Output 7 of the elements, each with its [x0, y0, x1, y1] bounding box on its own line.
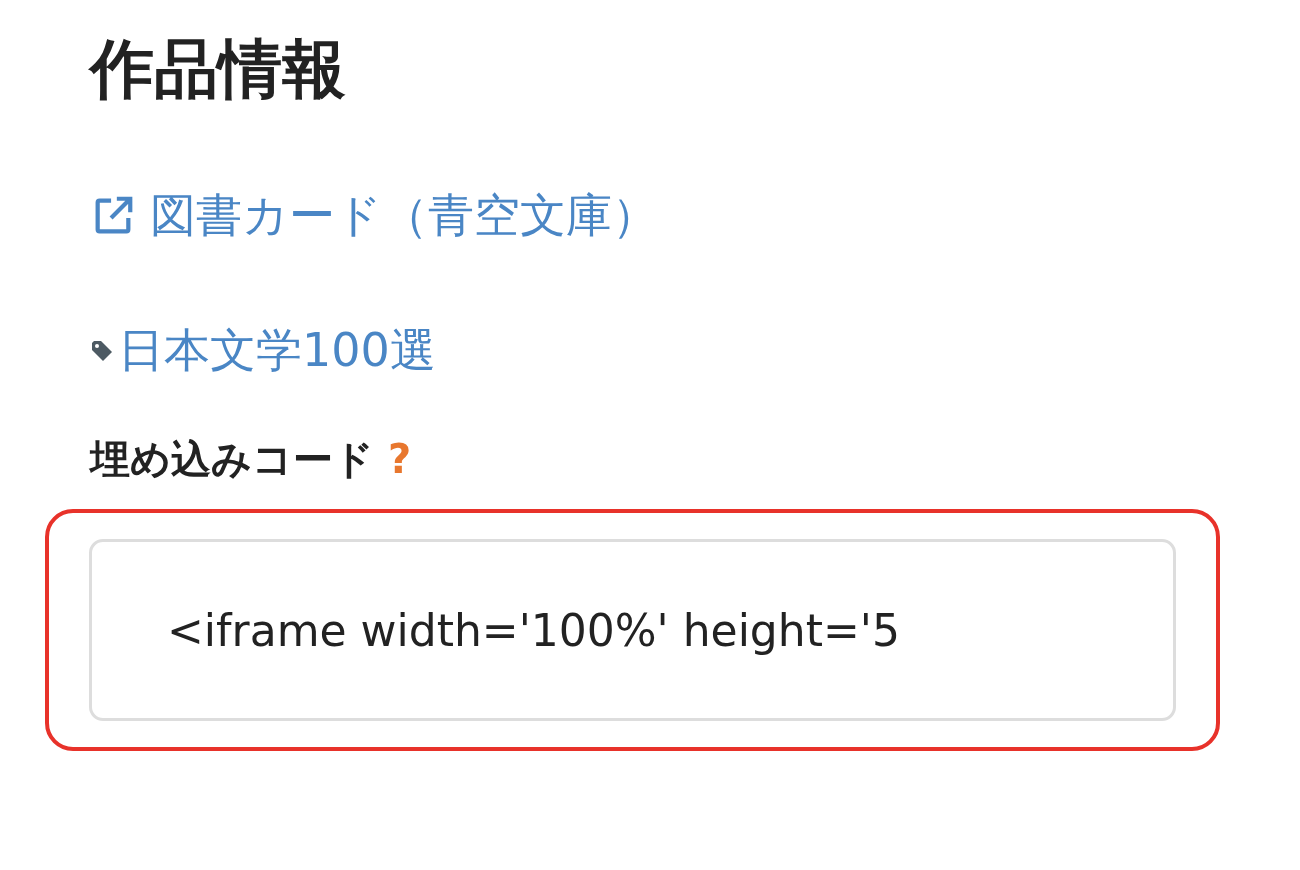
external-link[interactable]: 図書カード（青空文庫） — [150, 181, 658, 251]
section-heading: 作品情報 — [90, 31, 347, 108]
embed-code-field[interactable]: <iframe width='100%' height='5 — [89, 539, 1176, 722]
tag-link[interactable]: 日本文学100選 — [118, 316, 436, 386]
tag-icon — [90, 338, 114, 363]
field-label: 埋め込みコード — [90, 435, 374, 485]
help-link[interactable]: ? — [388, 429, 412, 490]
